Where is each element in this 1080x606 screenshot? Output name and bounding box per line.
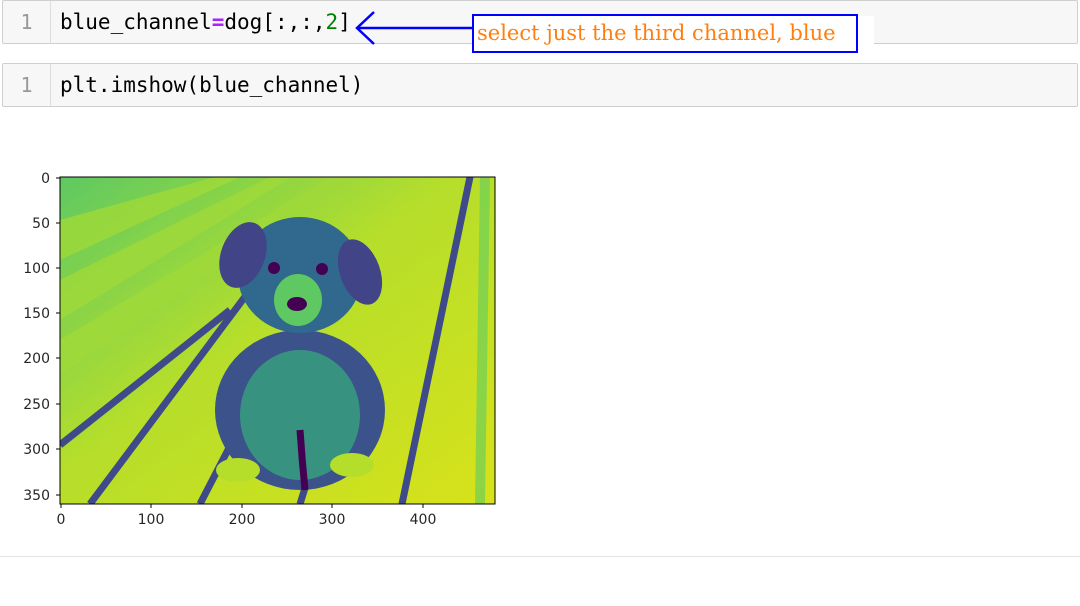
- y-tick-label: 200: [23, 351, 50, 367]
- line-number: 1: [3, 64, 51, 106]
- code-number: 2: [325, 10, 339, 34]
- code-cell-2[interactable]: 1 plt.imshow(blue_channel): [2, 63, 1078, 107]
- y-tick-label: 50: [32, 216, 50, 232]
- y-tick-label: 300: [23, 442, 50, 458]
- code-line[interactable]: plt.imshow(blue_channel): [60, 64, 363, 106]
- x-tick-label: 300: [319, 512, 346, 528]
- annotation-box: select just the third channel, blue: [472, 14, 858, 53]
- y-tick-label: 350: [23, 488, 50, 504]
- x-tick-label: 200: [229, 512, 256, 528]
- y-tick-label: 0: [41, 171, 50, 187]
- x-tick-label: 0: [57, 512, 66, 528]
- y-tick-label: 100: [23, 261, 50, 277]
- y-tick-label: 150: [23, 306, 50, 322]
- code-operator: =: [211, 10, 225, 34]
- imshow-output: 0 50 100 150 200 250 300 350 0 100 200 3…: [23, 171, 496, 528]
- annotation-backdrop: [858, 16, 874, 44]
- output-divider: [0, 556, 1080, 557]
- x-tick-label: 100: [138, 512, 165, 528]
- plot-image: [60, 177, 495, 504]
- x-axis: 0 100 200 300 400: [57, 504, 437, 528]
- code-line[interactable]: blue_channel=dog[:,:,2]: [60, 1, 351, 43]
- line-number: 1: [3, 1, 51, 43]
- code-variable: blue_channel: [60, 10, 212, 34]
- annotation-arrow: [355, 11, 474, 45]
- x-tick-label: 400: [410, 512, 437, 528]
- code-expression: dog[:,:,: [224, 10, 326, 34]
- code-bracket: ]: [338, 10, 351, 34]
- y-tick-label: 250: [23, 397, 50, 413]
- y-axis: 0 50 100 150 200 250 300 350: [23, 171, 60, 504]
